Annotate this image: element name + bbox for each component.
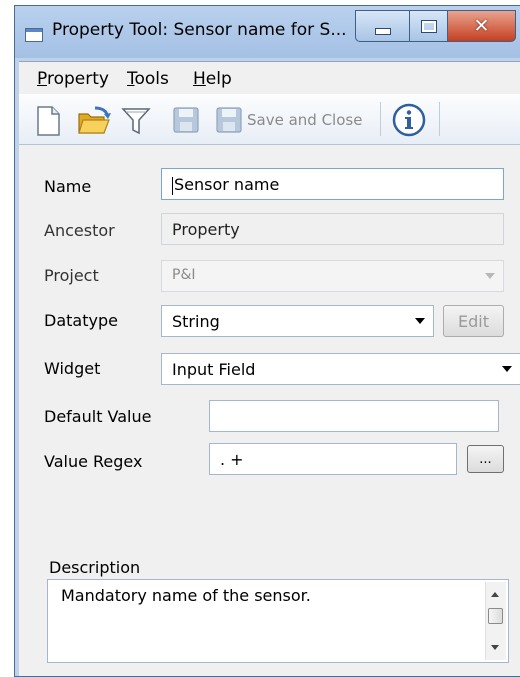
default-value-input[interactable] xyxy=(209,400,499,432)
maximize-button[interactable] xyxy=(410,10,448,42)
property-form: Name Sensor name Ancestor Property Proje… xyxy=(19,145,520,676)
datatype-label: Datatype xyxy=(44,311,118,330)
toolbar: Save and Close xyxy=(19,94,520,145)
datatype-value: String xyxy=(172,312,220,331)
description-textarea[interactable]: Mandatory name of the sensor. xyxy=(47,579,509,663)
scroll-up-icon[interactable] xyxy=(491,592,499,597)
description-scrollbar[interactable] xyxy=(485,582,506,660)
datatype-dropdown[interactable]: String xyxy=(161,305,434,337)
save-icon[interactable] xyxy=(172,106,200,134)
minimize-button[interactable] xyxy=(355,10,410,42)
value-regex-text: . + xyxy=(220,450,244,469)
window-icon xyxy=(25,28,43,42)
new-document-icon[interactable] xyxy=(35,106,61,136)
edit-datatype-button[interactable]: Edit xyxy=(443,305,504,337)
chevron-down-icon xyxy=(415,318,425,324)
default-value-label: Default Value xyxy=(44,407,152,426)
window-title: Property Tool: Sensor name for S... xyxy=(52,20,347,40)
name-input[interactable]: Sensor name xyxy=(161,168,504,200)
description-text: Mandatory name of the sensor. xyxy=(61,586,311,605)
project-label: Project xyxy=(44,266,99,285)
value-regex-input[interactable]: . + xyxy=(209,443,457,475)
maximize-icon xyxy=(420,19,437,33)
property-tool-window: Property Tool: Sensor name for S... ✕ Pr… xyxy=(14,5,520,677)
open-folder-icon[interactable] xyxy=(77,106,111,136)
ancestor-value: Property xyxy=(172,220,240,239)
scroll-down-icon[interactable] xyxy=(491,645,499,650)
toolbar-separator xyxy=(439,102,440,136)
project-dropdown: P&I xyxy=(161,260,504,292)
menu-bar: Property Tools Help xyxy=(19,61,520,94)
name-input-value: Sensor name xyxy=(174,175,280,194)
value-regex-label: Value Regex xyxy=(44,452,143,471)
filter-icon[interactable] xyxy=(121,106,151,136)
regex-browse-button[interactable]: ... xyxy=(467,445,504,473)
ancestor-label: Ancestor xyxy=(44,221,115,240)
menu-help[interactable]: Help xyxy=(193,69,232,89)
title-bar[interactable]: Property Tool: Sensor name for S... ✕ xyxy=(15,6,520,58)
edit-button-label: Edit xyxy=(458,311,489,331)
widget-label: Widget xyxy=(44,359,101,378)
widget-dropdown[interactable]: Input Field xyxy=(161,353,520,385)
toolbar-separator xyxy=(380,102,381,136)
widget-value: Input Field xyxy=(172,360,256,379)
name-label: Name xyxy=(44,177,92,196)
chevron-down-icon xyxy=(502,366,512,372)
scroll-thumb[interactable] xyxy=(488,608,503,624)
info-icon[interactable] xyxy=(392,103,426,137)
description-label: Description xyxy=(49,558,141,577)
ancestor-field: Property xyxy=(161,213,504,245)
minimize-icon xyxy=(374,27,391,35)
menu-tools[interactable]: Tools xyxy=(127,69,169,89)
project-value: P&I xyxy=(172,267,196,283)
save-and-close-button[interactable]: Save and Close xyxy=(247,111,362,129)
save-and-close-icon[interactable] xyxy=(215,106,243,134)
close-button[interactable]: ✕ xyxy=(448,10,516,42)
menu-property[interactable]: Property xyxy=(37,69,109,89)
browse-button-label: ... xyxy=(479,452,492,467)
chevron-down-icon xyxy=(485,273,495,279)
text-cursor xyxy=(172,176,173,195)
close-icon: ✕ xyxy=(473,15,490,37)
